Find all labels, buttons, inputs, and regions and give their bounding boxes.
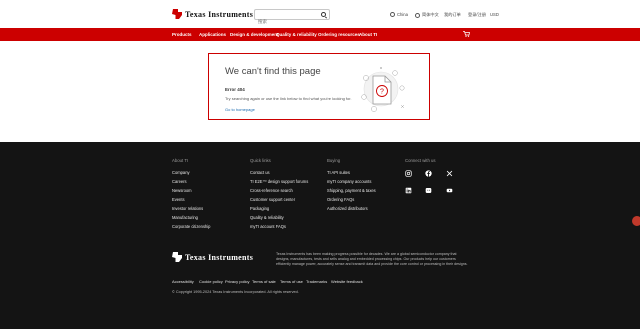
footer-heading-about: About TI [172, 158, 189, 163]
nav-ordering-resources[interactable]: Ordering resources [318, 32, 360, 37]
currency-selector[interactable]: USD [490, 12, 499, 17]
footer-link[interactable]: Authorized distributors [327, 206, 368, 211]
question-mark: ? [380, 89, 384, 96]
footer-ti-logo[interactable]: Texas Instruments [172, 252, 253, 262]
footer-link[interactable]: TI E2E™ design support forums [250, 179, 308, 184]
copyright: © Copyright 1995-2024 Texas Instruments … [172, 290, 299, 294]
wechat-icon[interactable] [425, 187, 432, 194]
login-link[interactable]: 登录/注册 [468, 12, 486, 18]
footer-link[interactable]: Packaging [250, 206, 269, 211]
nav-design-development[interactable]: Design & development [230, 32, 279, 37]
ti-logo-mark-icon [172, 252, 182, 262]
x-icon[interactable] [446, 170, 453, 177]
top-bar: Texas Instruments China 简体中文 我的订单 登录/注册 … [0, 0, 640, 28]
footer-link[interactable]: Contact us [250, 170, 270, 175]
company-description: Texas Instruments has been making progre… [276, 252, 468, 267]
linkedin-icon[interactable] [405, 187, 412, 194]
cart-icon[interactable] [463, 31, 470, 37]
legal-accessibility[interactable]: Accessibility [172, 279, 194, 284]
ti-logo-mark-icon [172, 9, 182, 19]
footer-link[interactable]: Newsroom [172, 188, 192, 193]
search-box[interactable] [254, 9, 330, 26]
legal-cookie-policy[interactable]: Cookie policy [199, 279, 223, 284]
ti-logo[interactable]: Texas Instruments [172, 9, 253, 19]
country-selector[interactable]: China [390, 12, 408, 17]
logo-text: Texas Instruments [185, 9, 254, 19]
footer-logo-text: Texas Instruments [185, 252, 254, 262]
error-panel: We can't find this page Error 404 Try se… [208, 53, 430, 120]
country-label: China [397, 12, 408, 17]
footer-link[interactable]: Shipping, payment & taxes [327, 188, 376, 193]
footer-link[interactable]: Corporate citizenship [172, 224, 210, 229]
footer-link[interactable]: Company [172, 170, 190, 175]
search-icon[interactable] [321, 12, 326, 17]
footer-heading-quick-links: Quick links [250, 158, 271, 163]
nav-quality-reliability[interactable]: Quality & reliability [276, 32, 317, 37]
legal-terms-of-use[interactable]: Terms of use [280, 279, 303, 284]
footer-link[interactable]: Investor relations [172, 206, 203, 211]
footer-link[interactable]: Quality & reliability [250, 215, 284, 220]
error-title: We can't find this page [225, 66, 321, 77]
footer-heading-connect: Connect with us [405, 158, 436, 163]
footer-heading-buying: Buying [327, 158, 341, 163]
user-icon [390, 12, 395, 17]
legal-terms-of-sale[interactable]: Terms of sale [252, 279, 276, 284]
legal-trademarks[interactable]: Trademarks [306, 279, 327, 284]
footer-link[interactable]: TI API suites [327, 170, 350, 175]
footer-link[interactable]: Ordering FAQs [327, 197, 354, 202]
instagram-icon[interactable] [405, 170, 412, 177]
feedback-tab[interactable] [632, 216, 640, 226]
document-question-icon: ? [361, 67, 405, 112]
footer: About TI Company Careers Newsroom Events… [0, 142, 640, 329]
footer-link[interactable]: myTI account FAQs [250, 224, 286, 229]
facebook-icon[interactable] [425, 170, 432, 177]
legal-privacy-policy[interactable]: Privacy policy [225, 279, 249, 284]
footer-link[interactable]: myTI company accounts [327, 179, 371, 184]
language-label: 简体中文 [422, 12, 439, 17]
error-code: Error 404 [225, 87, 245, 92]
currency-label: USD [490, 12, 499, 17]
footer-link[interactable]: Careers [172, 179, 187, 184]
youtube-icon[interactable] [446, 187, 453, 194]
orders-label: 我的订单 [444, 12, 461, 17]
footer-link[interactable]: Customer support center [250, 197, 295, 202]
main-nav: Products Applications Design & developme… [0, 28, 640, 41]
nav-about-ti[interactable]: About TI [359, 32, 377, 37]
footer-link[interactable]: Manufacturing [172, 215, 198, 220]
orders-link[interactable]: 我的订单 [444, 12, 461, 18]
nav-products[interactable]: Products [172, 32, 192, 37]
footer-link[interactable]: Cross-reference search [250, 188, 293, 193]
language-selector[interactable]: 简体中文 [415, 12, 439, 18]
homepage-link[interactable]: Go to homepage [225, 107, 255, 112]
globe-icon [415, 12, 420, 18]
nav-applications[interactable]: Applications [199, 32, 226, 37]
error-message: Try searching again or use the link belo… [225, 96, 352, 101]
login-label: 登录/注册 [468, 12, 486, 17]
footer-link[interactable]: Events [172, 197, 185, 202]
search-input[interactable] [255, 17, 319, 26]
legal-website-feedback[interactable]: Website feedback [331, 279, 363, 284]
